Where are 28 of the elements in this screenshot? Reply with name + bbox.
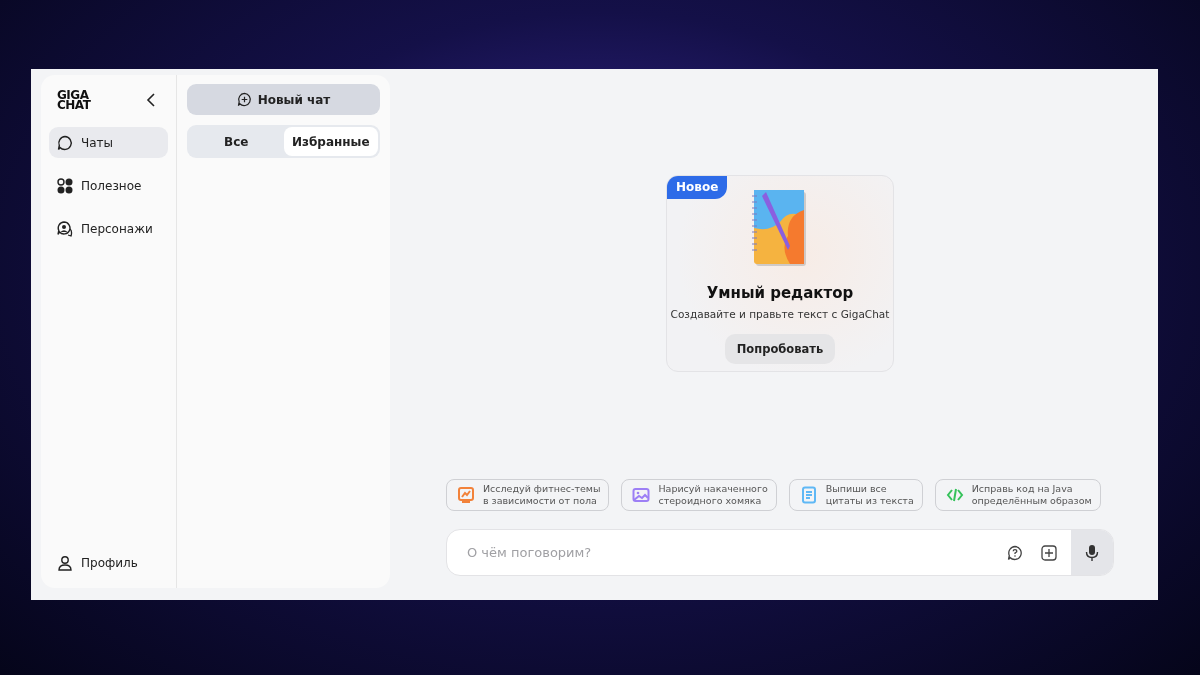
try-button[interactable]: Попробовать	[724, 334, 836, 365]
filter-tab[interactable]: Избранные	[283, 127, 378, 156]
sidebar-item[interactable]: Чаты	[49, 127, 168, 158]
microphone-icon	[1085, 543, 1099, 562]
suggestion-chip[interactable]: Нарисуй накаченного стероидного хомяка	[621, 479, 777, 511]
promo-subtitle: Создавайте и правьте текст с GigaChat	[670, 306, 890, 322]
sidebar-item[interactable]: Персонажи	[49, 213, 168, 244]
suggestion-chip[interactable]: Исправь код на Java определённым образом	[934, 479, 1101, 511]
suggestion-chip[interactable]: Исследуй фитнес-темы в зависимости от пола	[446, 479, 610, 511]
filter-tab[interactable]: Все	[189, 127, 284, 156]
help-icon[interactable]	[1007, 544, 1023, 561]
chat-bubble-icon	[57, 134, 73, 151]
microphone-button[interactable]	[1071, 530, 1113, 575]
suggestion-chip[interactable]: Выпиши все цитаты из текста	[788, 479, 923, 511]
logo: GIGA CHAT	[57, 90, 91, 110]
new-badge: Новое	[667, 176, 728, 199]
add-icon[interactable]	[1041, 544, 1057, 561]
promo-title: Умный редактор	[706, 283, 854, 304]
chevron-left-icon[interactable]	[146, 93, 156, 107]
new-chat-button[interactable]: Новый чат	[187, 84, 380, 115]
profile-link[interactable]: Профиль	[49, 547, 168, 578]
message-field[interactable]: О чём поговорим?	[465, 541, 993, 564]
dots-icon	[57, 177, 73, 194]
person-icon	[57, 554, 73, 571]
message-composer[interactable]: О чём поговорим?	[446, 529, 1114, 576]
plus-chat-icon	[236, 92, 252, 107]
person-chat-icon	[57, 220, 73, 237]
sidebar-item[interactable]: Полезное	[49, 170, 168, 201]
